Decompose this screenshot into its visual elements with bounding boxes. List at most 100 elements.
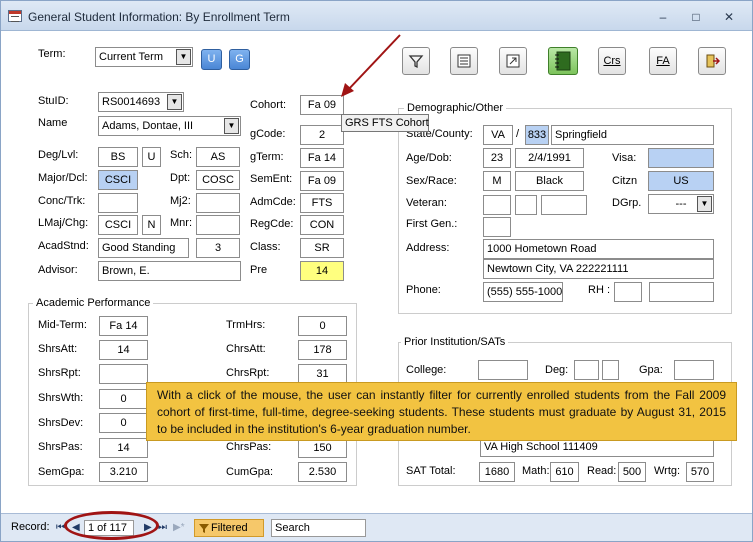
prior-deg-field-2[interactable] xyxy=(602,360,619,380)
mnr-field[interactable] xyxy=(196,215,240,235)
pre-label: Pre xyxy=(250,264,268,276)
chevron-down-icon[interactable]: ▼ xyxy=(167,94,182,110)
gcode-field[interactable]: 2 xyxy=(300,125,344,145)
g-button[interactable]: G xyxy=(229,49,250,70)
chevron-down-icon[interactable]: ▼ xyxy=(697,196,712,212)
prior-deg-field-1[interactable] xyxy=(574,360,599,380)
race-field[interactable]: Black xyxy=(515,171,584,191)
math-field[interactable]: 610 xyxy=(550,462,579,482)
midterm-field[interactable]: Fa 14 xyxy=(99,316,148,336)
gterm-field[interactable]: Fa 14 xyxy=(300,148,344,168)
search-input[interactable]: Search xyxy=(271,519,366,537)
phone-field[interactable]: (555) 555-1000 xyxy=(483,282,563,302)
pre-field[interactable]: 14 xyxy=(300,261,344,281)
sex-field[interactable]: M xyxy=(483,171,511,191)
dgrp-select[interactable]: --- ▼ xyxy=(648,194,714,214)
sement-field[interactable]: Fa 09 xyxy=(300,171,344,191)
advisor-field[interactable]: Brown, E. xyxy=(98,261,241,281)
state-field[interactable]: VA xyxy=(483,125,513,145)
term-label: Term: xyxy=(38,48,66,60)
new-record-icon[interactable]: ▶* xyxy=(173,522,185,533)
report-button[interactable] xyxy=(450,47,478,75)
cumgpa-field[interactable]: 2.530 xyxy=(298,462,347,482)
math-label: Math: xyxy=(522,465,550,477)
crs-button[interactable]: Crs xyxy=(598,47,626,75)
trmhrs-field[interactable]: 0 xyxy=(298,316,347,336)
visa-field[interactable] xyxy=(648,148,714,168)
admcde-field[interactable]: FTS xyxy=(300,193,344,213)
term-select[interactable]: Current Term ▼ xyxy=(95,47,193,67)
filter-button[interactable] xyxy=(402,47,430,75)
filter-toggle[interactable]: Filtered xyxy=(194,519,264,537)
shrsatt-field[interactable]: 14 xyxy=(99,340,148,360)
dgrp-value: --- xyxy=(675,198,687,210)
rh-field-1[interactable] xyxy=(614,282,642,302)
citzn-field[interactable]: US xyxy=(648,171,714,191)
minimize-button[interactable]: – xyxy=(652,8,674,26)
prior-gpa-field[interactable] xyxy=(674,360,714,380)
address-line2-field[interactable]: Newtown City, VA 222221111 xyxy=(483,259,714,279)
veteran-field-1[interactable] xyxy=(483,195,511,215)
sat-total-field[interactable]: 1680 xyxy=(479,462,515,482)
last-record-icon[interactable]: ⏭ xyxy=(158,522,167,533)
acadstnd-num-field[interactable]: 3 xyxy=(196,238,240,258)
veteran-field-3[interactable] xyxy=(541,195,587,215)
sch-field[interactable]: AS xyxy=(196,147,240,167)
acadstnd-field[interactable]: Good Standing xyxy=(98,238,189,258)
class-field[interactable]: SR xyxy=(300,238,344,258)
record-label: Record: xyxy=(11,521,50,533)
shrswth-field[interactable]: 0 xyxy=(99,389,148,409)
shrspas-field[interactable]: 14 xyxy=(99,438,148,458)
regcde-field[interactable]: CON xyxy=(300,215,344,235)
wrtg-field[interactable]: 570 xyxy=(686,462,714,482)
rh-field-2[interactable] xyxy=(649,282,714,302)
firstgen-field[interactable] xyxy=(483,217,511,237)
exit-button[interactable] xyxy=(698,47,726,75)
u-button[interactable]: U xyxy=(201,49,222,70)
term-value: Current Term xyxy=(99,51,163,63)
dpt-field[interactable]: COSC xyxy=(196,170,240,190)
export-button[interactable] xyxy=(499,47,527,75)
county-name-field[interactable]: Springfield xyxy=(551,125,714,145)
annotation-callout: With a click of the mouse, the user can … xyxy=(146,382,737,441)
chevron-down-icon[interactable]: ▼ xyxy=(176,49,191,65)
filter-icon xyxy=(408,55,424,69)
veteran-field-2[interactable] xyxy=(515,195,537,215)
shrsrpt-field[interactable] xyxy=(99,364,148,384)
chrsrpt-label: ChrsRpt: xyxy=(226,367,270,379)
notebook-button[interactable] xyxy=(548,47,578,75)
mj2-field[interactable] xyxy=(196,193,240,213)
dob-field[interactable]: 2/4/1991 xyxy=(515,148,584,168)
fa-button[interactable]: FA xyxy=(649,47,677,75)
sch-label: Sch: xyxy=(170,149,193,161)
chrsatt-field[interactable]: 178 xyxy=(298,340,347,360)
chevron-down-icon[interactable]: ▼ xyxy=(224,118,239,134)
title-bar: General Student Information: By Enrollme… xyxy=(1,1,752,31)
stuid-select[interactable]: RS0014693 ▼ xyxy=(98,92,184,112)
chrsrpt-field[interactable]: 31 xyxy=(298,364,347,384)
semgpa-field[interactable]: 3.210 xyxy=(99,462,148,482)
address-line1-field[interactable]: 1000 Hometown Road xyxy=(483,239,714,259)
shrsdev-field[interactable]: 0 xyxy=(99,413,148,433)
gcode-label: gCode: xyxy=(250,128,286,140)
close-button[interactable]: ✕ xyxy=(718,8,740,26)
maximize-button[interactable]: □ xyxy=(685,8,707,26)
chrspas-field[interactable]: 150 xyxy=(298,438,347,458)
lmajchg-label: LMaj/Chg: xyxy=(38,217,89,229)
county-code-field[interactable]: 833 xyxy=(525,125,549,145)
deglvl-label: Deg/Lvl: xyxy=(38,149,79,161)
chg-field[interactable]: N xyxy=(142,215,161,235)
exit-icon xyxy=(706,54,721,68)
name-select[interactable]: Adams, Dontae, III ▼ xyxy=(98,116,241,136)
read-field[interactable]: 500 xyxy=(618,462,646,482)
class-label: Class: xyxy=(250,241,281,253)
lvl-field[interactable]: U xyxy=(142,147,161,167)
major-field[interactable]: CSCI xyxy=(98,170,138,190)
college-field[interactable] xyxy=(478,360,528,380)
lmaj-field[interactable]: CSCI xyxy=(98,215,138,235)
shrsatt-label: ShrsAtt: xyxy=(38,343,78,355)
conc-field[interactable] xyxy=(98,193,138,213)
age-field[interactable]: 23 xyxy=(483,148,511,168)
deg-field[interactable]: BS xyxy=(98,147,138,167)
acadstnd-label: AcadStnd: xyxy=(38,240,89,252)
